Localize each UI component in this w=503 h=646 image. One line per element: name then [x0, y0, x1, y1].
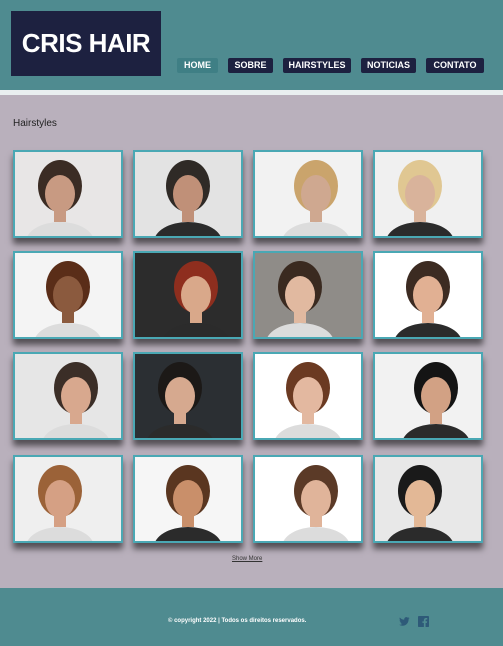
long-brown-hair-woman-photo[interactable]	[253, 352, 363, 440]
haircut-side-photo[interactable]	[133, 150, 243, 238]
nav-noticias[interactable]: NOTICIAS	[361, 58, 416, 73]
site-header: CRIS HAIR HOME SOBRE HAIRSTYLES NOTICIAS…	[0, 0, 503, 90]
glasses-man-chalkboard-photo[interactable]	[133, 352, 243, 440]
section-title: Hairstyles	[13, 118, 57, 129]
facebook-icon[interactable]	[418, 614, 429, 627]
nav-home[interactable]: HOME	[177, 58, 218, 73]
man-suit-smile-photo[interactable]	[373, 455, 483, 543]
smiling-young-man-photo[interactable]	[373, 251, 483, 339]
wavy-hair-necklace-woman-photo[interactable]	[13, 455, 123, 543]
logo-text: CRIS HAIR	[21, 28, 151, 58]
nav-hairstyles[interactable]: HAIRSTYLES	[283, 58, 351, 73]
red-bob-profile-photo[interactable]	[133, 251, 243, 339]
twitter-icon[interactable]	[399, 614, 410, 626]
nav-contato[interactable]: CONTATO	[426, 58, 484, 73]
curly-brunette-smile-photo[interactable]	[133, 455, 243, 543]
haircut-clipper-photo[interactable]	[13, 150, 123, 238]
show-more-link[interactable]: Show More	[232, 556, 262, 562]
copyright-text: © copyright 2022 | Todos os direitos res…	[168, 618, 307, 624]
asymmetric-hair-man-photo[interactable]	[373, 352, 483, 440]
header-divider	[0, 90, 503, 95]
blow-dry-photo[interactable]	[373, 150, 483, 238]
man-turtleneck-photo[interactable]	[253, 455, 363, 543]
site-logo[interactable]: CRIS HAIR	[11, 11, 161, 76]
nav-sobre[interactable]: SOBRE	[228, 58, 273, 73]
curly-hair-woman-photo[interactable]	[13, 251, 123, 339]
site-footer: © copyright 2022 | Todos os direitos res…	[0, 588, 503, 646]
woman-suit-portrait-photo[interactable]	[253, 251, 363, 339]
doctor-portrait-photo[interactable]	[13, 352, 123, 440]
blonde-hair-cut-photo[interactable]	[253, 150, 363, 238]
